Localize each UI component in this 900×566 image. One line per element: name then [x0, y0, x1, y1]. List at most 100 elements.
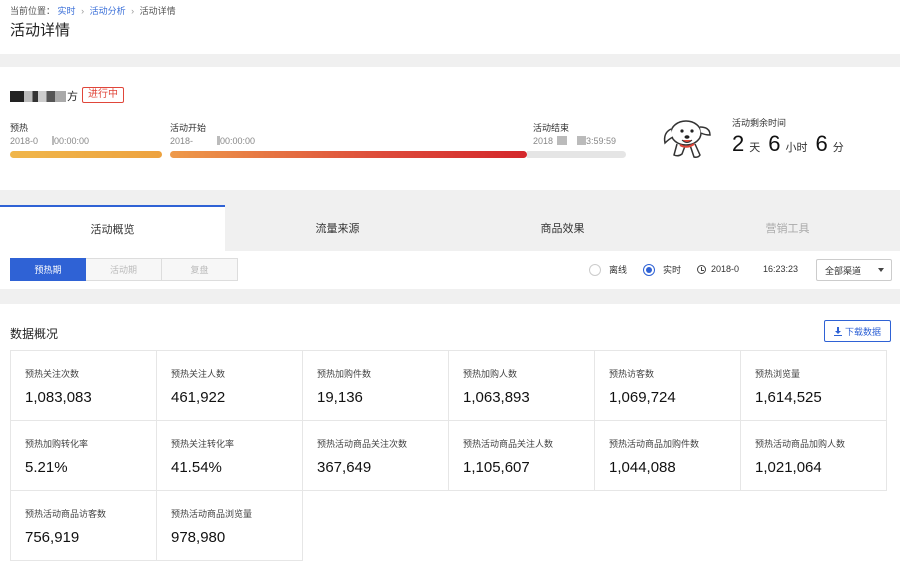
phase-preheat-date: 2018-0 00:00:00 [10, 136, 90, 146]
channel-select-value: 全部渠道 [825, 265, 862, 276]
metric-label: 预热浏览量 [755, 369, 801, 379]
metric-label: 预热关注人数 [171, 369, 226, 379]
tab-product-effect[interactable]: 商品效果 [450, 205, 675, 251]
metric-label: 预热关注转化率 [171, 439, 235, 449]
mode-realtime-radio[interactable]: 实时 [643, 263, 681, 276]
period-switch: 预热期 活动期 复盘 [10, 258, 238, 281]
mode-offline-radio[interactable]: 离线 [589, 263, 627, 276]
metric-value: 5.21% [25, 459, 68, 476]
phase-end-date: 2018 3:59:59 [533, 136, 617, 146]
metric-value: 978,980 [171, 529, 226, 546]
countdown: 2 天 6 小时 6 分 [732, 131, 852, 157]
metric-card: 预热关注转化率 41.54% [156, 420, 303, 491]
phase-start: 活动开始 2018- 00:00:00 [170, 121, 255, 146]
dog-mascot-icon [663, 120, 711, 158]
metric-card: 预热关注次数 1,083,083 [10, 350, 157, 421]
activity-name: 方 [10, 88, 78, 104]
countdown-days: 2 [732, 131, 745, 156]
metric-card: 预热加购件数 19,136 [302, 350, 449, 421]
channel-select[interactable]: 全部渠道 [816, 259, 892, 281]
download-button[interactable]: 下载数据 [824, 320, 891, 342]
metric-label: 预热活动商品浏览量 [171, 509, 253, 519]
tab-bar: 活动概览 流量来源 商品效果 营销工具 [0, 205, 900, 251]
metric-card: 预热活动商品关注次数 367,649 [302, 420, 449, 491]
metric-value: 1,021,064 [755, 459, 822, 476]
metric-card: 预热活动商品访客数 756,919 [10, 490, 157, 561]
metric-label: 预热活动商品访客数 [25, 509, 107, 519]
breadcrumb-link-realtime[interactable]: 实时 [58, 6, 76, 16]
metric-card: 预热关注人数 461,922 [156, 350, 303, 421]
chevron-right-icon: › [131, 6, 135, 16]
metric-label: 预热加购人数 [463, 369, 518, 379]
metric-card: 预热活动商品加购件数 1,044,088 [594, 420, 741, 491]
metric-value: 367,649 [317, 459, 372, 476]
activity-name-suffix: 方 [67, 91, 78, 103]
breadcrumb: 当前位置： 实时 › 活动分析 › 活动详情 [10, 4, 176, 17]
breadcrumb-link-activity-analysis[interactable]: 活动分析 [90, 6, 126, 16]
metric-card: 预热访客数 1,069,724 [594, 350, 741, 421]
date-display: 2018-0 [697, 264, 739, 274]
tab-traffic-source[interactable]: 流量来源 [225, 205, 450, 251]
time-display: 16:23:23 [763, 264, 799, 274]
metric-value: 1,083,083 [25, 389, 92, 406]
phase-start-date: 2018- 00:00:00 [170, 136, 256, 146]
metric-label: 预热活动商品加购人数 [755, 439, 846, 449]
metric-label: 预热加购转化率 [25, 439, 89, 449]
radio-circle-selected[interactable] [643, 263, 655, 276]
progress-bar-activity [170, 151, 527, 158]
mode-offline-label: 离线 [609, 265, 628, 275]
metric-value: 756,919 [25, 529, 80, 546]
metric-card: 预热加购转化率 5.21% [10, 420, 157, 491]
period-preheat-button[interactable]: 预热期 [10, 258, 86, 281]
metric-value: 19,136 [317, 389, 363, 406]
download-icon [833, 326, 842, 336]
metric-card: 预热活动商品加购人数 1,021,064 [740, 420, 887, 491]
metric-value: 1,614,525 [755, 389, 822, 406]
metric-card: 预热浏览量 1,614,525 [740, 350, 887, 421]
tab-overview[interactable]: 活动概览 [0, 205, 225, 251]
page-title: 活动详情 [10, 22, 71, 39]
radio-circle[interactable] [589, 263, 601, 276]
caret-down-icon [878, 268, 884, 272]
redacted-text [10, 90, 66, 102]
status-badge: 进行中 [82, 87, 124, 103]
countdown-hours: 6 [768, 131, 781, 156]
metric-value: 1,105,607 [463, 459, 530, 476]
metric-card: 预热加购人数 1,063,893 [448, 350, 595, 421]
period-activity-button[interactable]: 活动期 [86, 258, 162, 281]
metric-label: 预热活动商品关注人数 [463, 439, 554, 449]
countdown-days-unit: 天 [749, 142, 761, 154]
tab-marketing-tools[interactable]: 营销工具 [675, 205, 900, 251]
metric-value: 1,044,088 [609, 459, 676, 476]
date-text: 2018-0 [711, 264, 740, 274]
metric-value: 1,063,893 [463, 389, 530, 406]
countdown-minutes: 6 [815, 131, 828, 156]
metric-value: 41.54% [171, 459, 222, 476]
metric-label: 预热访客数 [609, 369, 655, 379]
metric-card: 预热活动商品浏览量 978,980 [156, 490, 303, 561]
period-review-button[interactable]: 复盘 [162, 258, 238, 281]
activity-card: 方 进行中 预热 2018-0 00:00:00 活动开始 2018- 00:00:… [0, 67, 900, 190]
metric-label: 预热加购件数 [317, 369, 372, 379]
phase-end-label: 活动结束 [533, 123, 570, 133]
metric-value: 461,922 [171, 389, 226, 406]
phase-preheat: 预热 2018-0 00:00:00 [10, 121, 89, 146]
metric-value: 1,069,724 [609, 389, 676, 406]
breadcrumb-current: 活动详情 [139, 6, 176, 16]
mode-realtime-label: 实时 [663, 265, 682, 275]
metric-label: 预热活动商品关注次数 [317, 439, 408, 449]
data-overview: 数据概况 下载数据 预热关注次数 1,083,083 预热关注人数 461,922 … [0, 304, 900, 566]
metric-label: 预热活动商品加购件数 [609, 439, 700, 449]
countdown-hours-unit: 小时 [785, 142, 808, 154]
download-label: 下载数据 [844, 326, 881, 337]
phase-end: 活动结束 2018 3:59:59 [533, 121, 616, 146]
chevron-right-icon: › [81, 6, 85, 16]
breadcrumb-prefix: 当前位置： [10, 6, 56, 16]
overview-title: 数据概况 [10, 327, 59, 341]
phase-start-label: 活动开始 [170, 123, 207, 133]
countdown-minutes-unit: 分 [832, 142, 844, 154]
metric-card: 预热活动商品关注人数 1,105,607 [448, 420, 595, 491]
progress-bar-preheat [10, 151, 162, 158]
page-header: 当前位置： 实时 › 活动分析 › 活动详情 活动详情 [0, 0, 900, 54]
phase-preheat-label: 预热 [10, 123, 29, 133]
